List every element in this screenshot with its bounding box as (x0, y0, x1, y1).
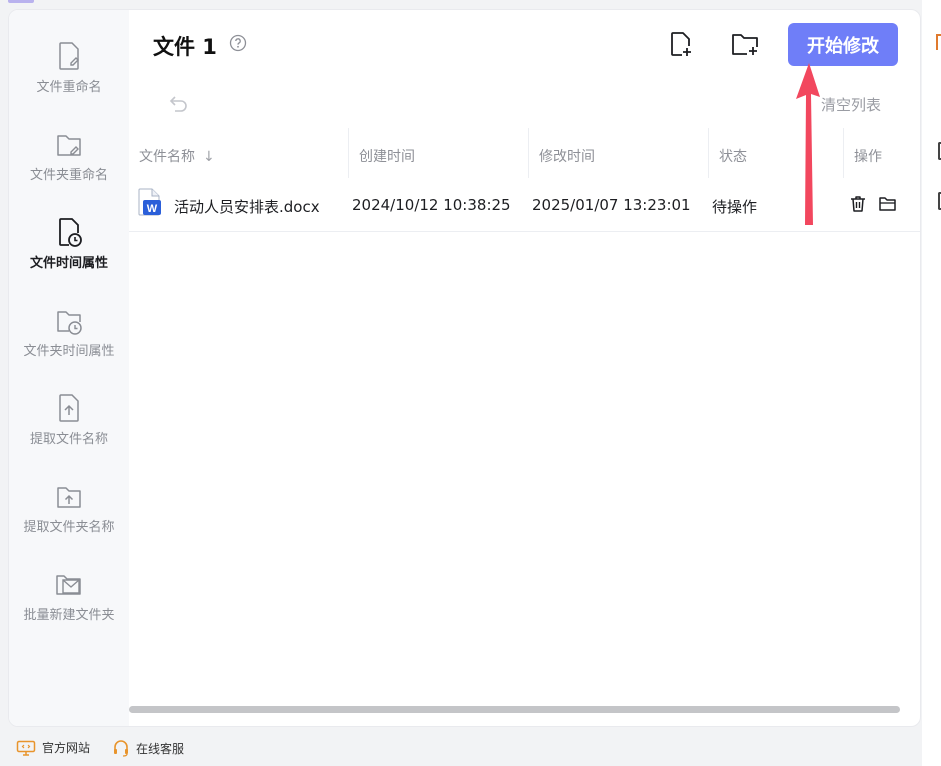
sidebar-item-label: 文件夹重命名 (29, 168, 108, 183)
folder-edit-icon (57, 135, 81, 156)
modified-time-cell: 2025/01/07 13:23:01 (532, 196, 691, 214)
column-header-actions: 操作 (854, 149, 882, 165)
online-support-label: 在线客服 (136, 741, 185, 756)
undo-icon[interactable] (167, 93, 189, 113)
sidebar-item-label: 文件重命名 (36, 80, 102, 95)
sidebar-item-label: 提取文件名称 (29, 432, 108, 447)
sort-down-icon[interactable]: ↓ (203, 149, 215, 165)
sidebar-item-label: 提取文件夹名称 (23, 520, 115, 535)
file-name-cell: 活动人员安排表.docx (174, 198, 320, 216)
file-clock-icon (59, 218, 82, 247)
file-edit-icon (59, 42, 79, 70)
sidebar-item-batch-create-folders[interactable]: 批量新建文件夹 (9, 568, 129, 648)
add-file-icon[interactable] (667, 30, 695, 58)
column-header-name[interactable]: 文件名称 ↓ (139, 146, 215, 166)
column-header-modified[interactable]: 修改时间 (539, 146, 595, 166)
sidebar-item-label: 文件时间属性 (29, 256, 108, 271)
word-document-icon: W (138, 188, 161, 216)
online-support-link[interactable]: 在线客服 (112, 739, 184, 757)
start-modify-button[interactable]: 开始修改 (788, 23, 898, 66)
open-folder-icon[interactable] (878, 194, 898, 214)
app-indicator (8, 0, 34, 3)
sidebar-item-extract-file-names[interactable]: 提取文件名称 (9, 392, 129, 472)
footer-bar: 官方网站 在线客服 (0, 728, 941, 766)
page-title: 文件 1 (153, 35, 217, 59)
folder-mail-icon (56, 575, 81, 595)
window-top-strip (0, 0, 941, 8)
main-content: 文件 1 开始修改 清空列表 文件名称 ↓ 创建时间 修改时间 状态 操作 W … (129, 10, 920, 726)
column-divider (708, 128, 709, 178)
help-icon[interactable] (229, 34, 247, 52)
official-website-label: 官方网站 (42, 741, 91, 755)
folder-clock-icon (57, 311, 82, 335)
monitor-icon (16, 740, 36, 756)
delete-icon[interactable] (848, 194, 868, 214)
headset-icon (114, 740, 128, 757)
sidebar-item-label: 批量新建文件夹 (23, 608, 115, 623)
table-row[interactable]: W 活动人员安排表.docx 2024/10/12 10:38:25 2025/… (129, 182, 920, 232)
column-label: 文件名称 (139, 149, 195, 165)
sidebar-item-folder-rename[interactable]: 文件夹重命名 (9, 128, 129, 208)
edge-mark (936, 34, 941, 50)
file-upload-icon (59, 394, 79, 422)
status-cell: 待操作 (712, 198, 758, 216)
column-divider (843, 128, 844, 178)
clear-list-button[interactable]: 清空列表 (821, 94, 881, 115)
column-header-status: 状态 (719, 149, 747, 165)
main-panel: 文件重命名 文件夹重命名 文件时间属性 文件夹时间属性 提取文件名称 提取文件夹… (8, 9, 921, 727)
sidebar-item-file-rename[interactable]: 文件重命名 (9, 40, 129, 120)
column-header-created[interactable]: 创建时间 (359, 146, 415, 166)
svg-text:W: W (147, 203, 158, 215)
sidebar-item-file-time[interactable]: 文件时间属性 (9, 216, 129, 296)
sidebar-item-folder-time[interactable]: 文件夹时间属性 (9, 304, 129, 384)
column-divider (348, 128, 349, 178)
official-website-link[interactable]: 官方网站 (16, 739, 90, 756)
created-time-cell: 2024/10/12 10:38:25 (352, 196, 511, 214)
horizontal-scrollbar[interactable] (129, 706, 900, 713)
sidebar: 文件重命名 文件夹重命名 文件时间属性 文件夹时间属性 提取文件名称 提取文件夹… (9, 10, 129, 726)
sidebar-item-label: 文件夹时间属性 (23, 344, 115, 359)
sidebar-item-extract-folder-names[interactable]: 提取文件夹名称 (9, 480, 129, 560)
add-folder-icon[interactable] (729, 30, 761, 58)
adjacent-window-edge (922, 0, 941, 766)
folder-upload-icon (57, 487, 81, 508)
column-divider (528, 128, 529, 178)
